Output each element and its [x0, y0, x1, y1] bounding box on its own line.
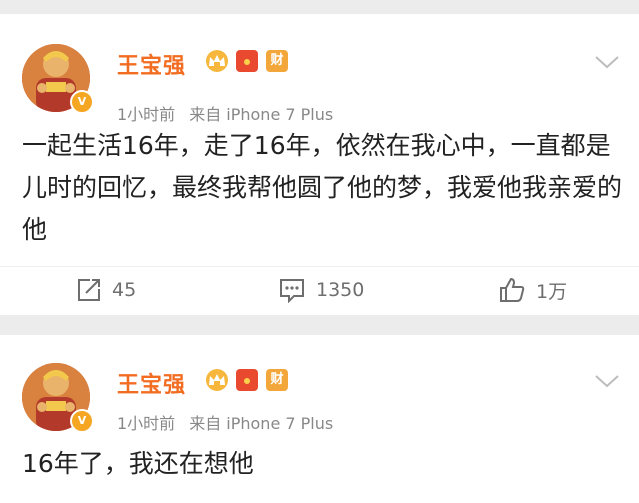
- like-button[interactable]: 1万: [498, 275, 567, 305]
- red-envelope-icon[interactable]: [236, 369, 258, 391]
- crown-badge-icon[interactable]: [206, 369, 228, 391]
- chevron-down-icon[interactable]: [593, 52, 621, 72]
- weibo-feed: V 王宝强 财 1小时前 来自 iPhone 7 Plus 一起生活16年，走了1…: [0, 0, 639, 503]
- post-time[interactable]: 1小时前: [117, 105, 175, 124]
- post-meta: 1小时前 来自 iPhone 7 Plus: [117, 410, 333, 434]
- crown-badge-icon[interactable]: [206, 50, 228, 72]
- repost-icon: [78, 279, 100, 301]
- user-badges: 财: [206, 50, 288, 72]
- post-actions: 45 1350 1万: [0, 266, 639, 311]
- repost-button[interactable]: 45: [76, 275, 136, 305]
- verified-v-icon: V: [70, 409, 94, 433]
- username[interactable]: 王宝强: [117, 367, 186, 399]
- thumbs-up-icon: [500, 277, 525, 302]
- username[interactable]: 王宝强: [117, 48, 186, 80]
- verified-v-icon: V: [70, 90, 94, 114]
- repost-count: 45: [112, 279, 137, 301]
- post-source: 来自 iPhone 7 Plus: [189, 414, 334, 433]
- comment-icon: [280, 279, 304, 303]
- post-source: 来自 iPhone 7 Plus: [189, 105, 334, 124]
- comment-count: 1350: [316, 279, 365, 301]
- user-badges: 财: [206, 369, 288, 391]
- post-card: V 王宝强 财 1小时前 来自 iPhone 7 Plus 一起生活16年，走了1…: [0, 14, 639, 315]
- chevron-down-icon[interactable]: [593, 371, 621, 391]
- post-text: 16年了，我还在想他: [22, 449, 254, 478]
- red-envelope-icon[interactable]: [236, 50, 258, 72]
- like-count: 1万: [536, 280, 568, 303]
- post-card: V 王宝强 财 1小时前 来自 iPhone 7 Plus 16年了，我还在想他: [0, 335, 639, 503]
- comment-button[interactable]: 1350: [278, 275, 364, 305]
- wealth-badge-icon[interactable]: 财: [266, 50, 288, 72]
- post-meta: 1小时前 来自 iPhone 7 Plus: [117, 101, 333, 125]
- post-time[interactable]: 1小时前: [117, 414, 175, 433]
- post-text: 一起生活16年，走了16年，依然在我心中，一直都是儿时的回忆，最终我帮他圆了他的…: [22, 131, 623, 244]
- wealth-badge-icon[interactable]: 财: [266, 369, 288, 391]
